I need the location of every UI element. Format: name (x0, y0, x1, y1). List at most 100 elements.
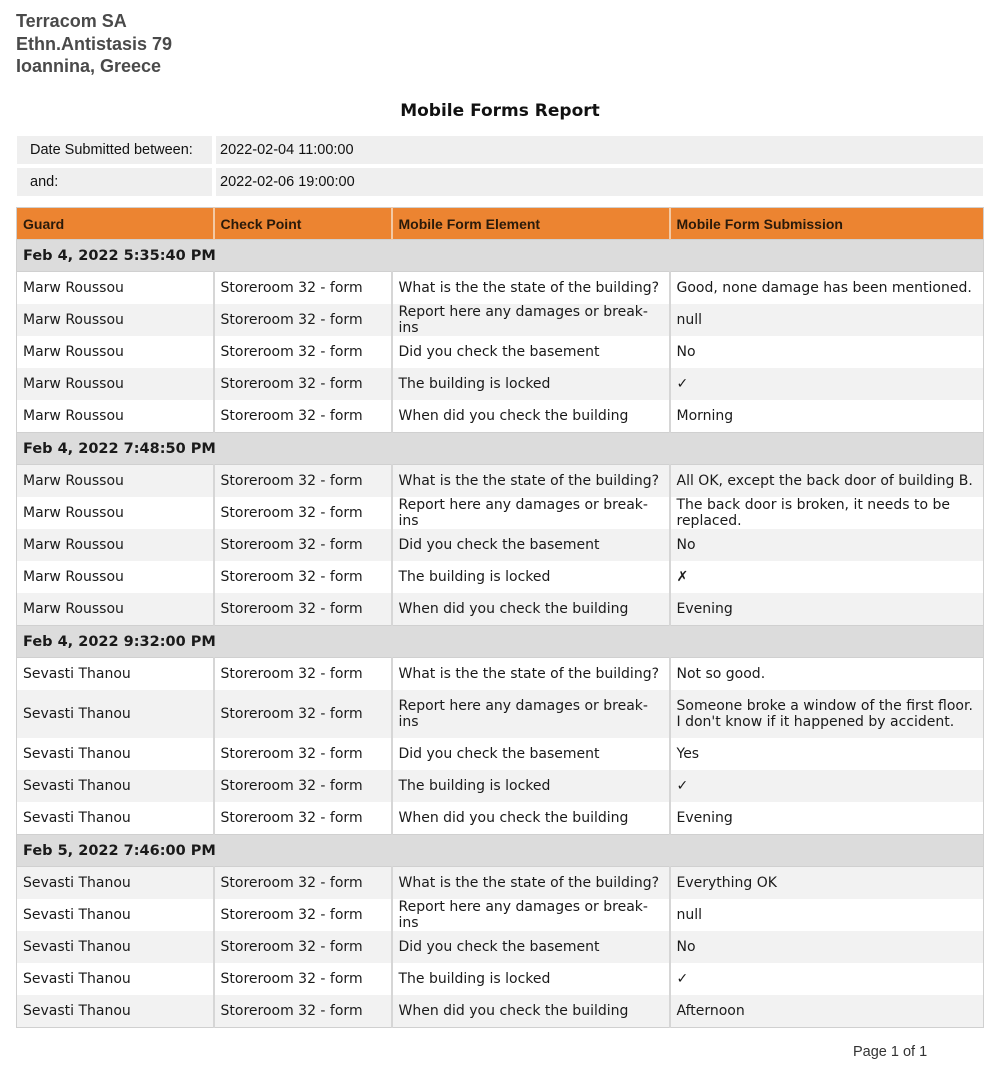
guard-cell: Sevasti Thanou (16, 931, 214, 963)
form-element-cell: When did you check the building (390, 995, 670, 1028)
guard-cell: Sevasti Thanou (16, 690, 214, 738)
checkpoint-cell: Storeroom 32 - form (212, 593, 392, 626)
guard-cell: Sevasti Thanou (16, 738, 214, 770)
company-name: Terracom SA (16, 11, 127, 31)
checkpoint-cell: Storeroom 32 - form (212, 995, 392, 1028)
table-row: Marw Roussou Storeroom 32 - form The build… (16, 368, 984, 400)
checkpoint-cell: Storeroom 32 - form (212, 529, 392, 561)
form-element-cell: When did you check the building (390, 593, 670, 626)
table-row: Sevasti Thanou Storeroom 32 - form What is… (16, 866, 984, 899)
criteria-label: Date Submitted between: (17, 136, 212, 164)
checkpoint-cell: Storeroom 32 - form (212, 802, 392, 835)
form-element-cell: Did you check the basement (390, 738, 670, 770)
table-row: Sevasti Thanou Storeroom 32 - form The bui… (16, 963, 984, 995)
criteria-label: and: (17, 168, 212, 196)
table-row: Sevasti Thanou Storeroom 32 - form Report … (16, 690, 984, 738)
form-submission-cell: null (668, 304, 984, 336)
form-submission-cell: Everything OK (668, 866, 984, 899)
form-element-cell: When did you check the building (390, 802, 670, 835)
column-header-guard: Guard (16, 207, 214, 240)
form-submission-cell: No (668, 931, 984, 963)
submission-group-header: Feb 4, 2022 7:48:50 PM (16, 432, 984, 465)
company-address-block: Terracom SA Ethn.Antistasis 79 Ioannina,… (16, 10, 172, 78)
submission-timestamp: Feb 5, 2022 7:46:00 PM (16, 834, 984, 867)
form-element-cell: What is the the state of the building? (390, 464, 670, 497)
checkpoint-cell: Storeroom 32 - form (212, 899, 392, 931)
report-title: Mobile Forms Report (400, 101, 600, 121)
table-row: Sevasti Thanou Storeroom 32 - form Report … (16, 899, 984, 931)
guard-cell: Marw Roussou (16, 271, 214, 304)
form-element-cell: What is the the state of the building? (390, 271, 670, 304)
checkpoint-cell: Storeroom 32 - form (212, 368, 392, 400)
form-element-cell: Did you check the basement (390, 529, 670, 561)
submission-group-header: Feb 4, 2022 9:32:00 PM (16, 625, 984, 658)
form-submission-cell: Good, none damage has been mentioned. (668, 271, 984, 304)
checkpoint-cell: Storeroom 32 - form (212, 304, 392, 336)
guard-cell: Sevasti Thanou (16, 963, 214, 995)
guard-cell: Sevasti Thanou (16, 866, 214, 899)
guard-cell: Marw Roussou (16, 464, 214, 497)
form-submission-cell: The back door is broken, it needs to be … (668, 497, 984, 529)
checkpoint-cell: Storeroom 32 - form (212, 561, 392, 593)
table-row: Marw Roussou Storeroom 32 - form What is t… (16, 464, 984, 497)
table-row: Marw Roussou Storeroom 32 - form Report he… (16, 304, 984, 336)
submission-group-header: Feb 4, 2022 5:35:40 PM (16, 239, 984, 272)
guard-cell: Marw Roussou (16, 400, 214, 433)
form-submission-cell: Someone broke a window of the first floo… (668, 690, 984, 738)
guard-cell: Marw Roussou (16, 529, 214, 561)
form-element-cell: The building is locked (390, 561, 670, 593)
form-submission-cell: Evening (668, 593, 984, 626)
table-row: Marw Roussou Storeroom 32 - form Did you c… (16, 529, 984, 561)
form-submission-cell: Morning (668, 400, 984, 433)
criteria-row-to: and: 2022-02-06 19:00:00 (17, 168, 983, 196)
table-row: Sevasti Thanou Storeroom 32 - form When di… (16, 802, 984, 835)
table-row: Sevasti Thanou Storeroom 32 - form Did you… (16, 738, 984, 770)
table-row: Sevasti Thanou Storeroom 32 - form Did you… (16, 931, 984, 963)
form-submission-cell: null (668, 899, 984, 931)
form-submission-cell: ✗ (668, 561, 984, 593)
guard-cell: Marw Roussou (16, 336, 214, 368)
form-submission-cell: No (668, 336, 984, 368)
guard-cell: Sevasti Thanou (16, 802, 214, 835)
guard-cell: Marw Roussou (16, 497, 214, 529)
table-row: Marw Roussou Storeroom 32 - form When did … (16, 400, 984, 433)
criteria-row-from: Date Submitted between: 2022-02-04 11:00… (17, 136, 983, 164)
table-body: Feb 4, 2022 5:35:40 PM Marw Roussou Storer… (16, 239, 984, 1028)
guard-cell: Marw Roussou (16, 561, 214, 593)
table-row: Sevasti Thanou Storeroom 32 - form What is… (16, 657, 984, 690)
table-row: Marw Roussou Storeroom 32 - form What is t… (16, 271, 984, 304)
form-submission-cell: Not so good. (668, 657, 984, 690)
form-element-cell: Report here any damages or break-ins (390, 304, 670, 336)
checkpoint-cell: Storeroom 32 - form (212, 963, 392, 995)
form-element-cell: The building is locked (390, 368, 670, 400)
checkpoint-cell: Storeroom 32 - form (212, 866, 392, 899)
guard-cell: Marw Roussou (16, 304, 214, 336)
checkpoint-cell: Storeroom 32 - form (212, 657, 392, 690)
form-submission-cell: Yes (668, 738, 984, 770)
guard-cell: Marw Roussou (16, 368, 214, 400)
guard-cell: Sevasti Thanou (16, 899, 214, 931)
date-criteria: Date Submitted between: 2022-02-04 11:00… (17, 136, 983, 200)
form-element-cell: Did you check the basement (390, 336, 670, 368)
checkpoint-cell: Storeroom 32 - form (212, 271, 392, 304)
report-table: Guard Check Point Mobile Form Element Mo… (16, 207, 984, 1028)
checkpoint-cell: Storeroom 32 - form (212, 738, 392, 770)
table-row: Sevasti Thanou Storeroom 32 - form When di… (16, 995, 984, 1028)
checkpoint-cell: Storeroom 32 - form (212, 931, 392, 963)
submission-group-header: Feb 5, 2022 7:46:00 PM (16, 834, 984, 867)
form-element-cell: Report here any damages or break-ins (390, 899, 670, 931)
submission-timestamp: Feb 4, 2022 7:48:50 PM (16, 432, 984, 465)
form-element-cell: When did you check the building (390, 400, 670, 433)
submission-timestamp: Feb 4, 2022 9:32:00 PM (16, 625, 984, 658)
criteria-value: 2022-02-04 11:00:00 (216, 136, 983, 164)
form-submission-cell: ✓ (668, 963, 984, 995)
form-submission-cell: No (668, 529, 984, 561)
table-row: Sevasti Thanou Storeroom 32 - form The bui… (16, 770, 984, 802)
checkpoint-cell: Storeroom 32 - form (212, 464, 392, 497)
guard-cell: Sevasti Thanou (16, 770, 214, 802)
form-element-cell: Report here any damages or break-ins (390, 497, 670, 529)
form-submission-cell: Afternoon (668, 995, 984, 1028)
checkpoint-cell: Storeroom 32 - form (212, 770, 392, 802)
submission-timestamp: Feb 4, 2022 5:35:40 PM (16, 239, 984, 272)
checkpoint-cell: Storeroom 32 - form (212, 497, 392, 529)
